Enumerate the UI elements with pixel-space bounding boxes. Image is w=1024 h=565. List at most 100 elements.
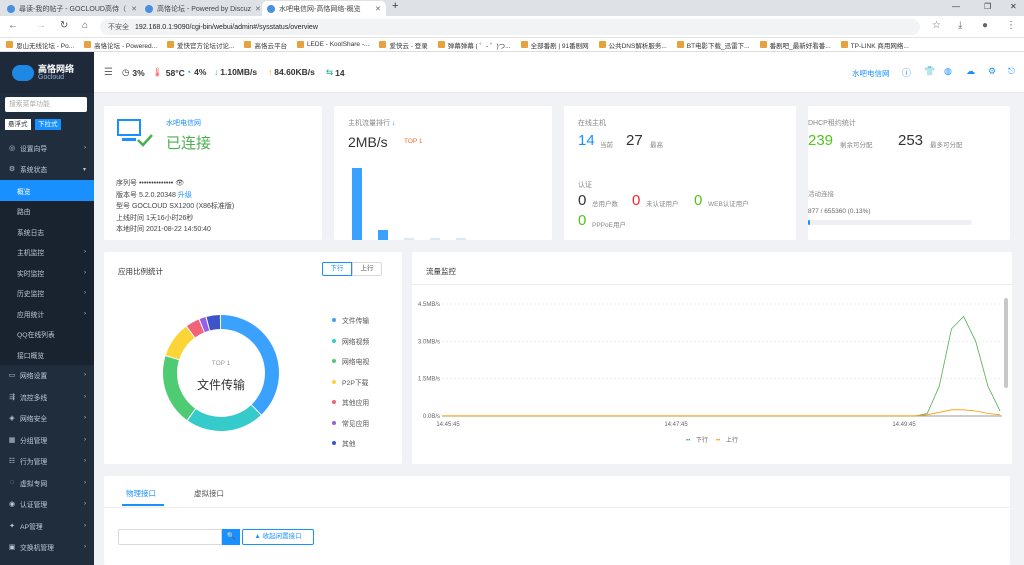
bookmark-item[interactable]: 番剧吧_最新好看番... [759,40,831,50]
security-warning[interactable]: 不安全 [108,22,129,32]
sidebar-item-6[interactable]: 实时监控 › [0,262,94,283]
browser-tab-3[interactable]: 水吧电信网-高恪网络-概览 ✕ [262,1,386,16]
sidebar-item-8[interactable]: 应用统计 › [0,303,94,324]
active-conn-title: 活动连接 [808,191,834,198]
sidebar-item-0[interactable]: ◎ 设置向导 › [0,137,94,158]
donut-slice[interactable] [187,405,261,431]
time-label: 本地时间 [116,226,144,233]
legend-item[interactable]: 常见应用 [332,413,369,434]
donut-slice[interactable] [165,326,195,360]
sidebar-item-label: 认证管理 [20,502,48,509]
forward-icon[interactable]: → [36,20,46,31]
tab-physical-interface[interactable]: 物理接口 [126,488,156,499]
globe-icon[interactable]: ◍ [944,66,952,77]
sidebar-item-15[interactable]: ☷ 行为管理 › [0,451,94,472]
version-label: 版本号 [116,191,137,199]
tab-upload[interactable]: 上行 [352,262,382,276]
sidebar-item-18[interactable]: ✦ AP管理 › [0,515,94,536]
url-input[interactable]: 不安全 192.168.0.1:9090/cgi-bin/webui/admin… [100,19,920,35]
sidebar-item-5[interactable]: 主机监控 › [0,241,94,263]
sidebar-item-16[interactable]: ◌ 虚拟专网 › [0,472,94,493]
logout-icon[interactable]: ⎋ [1008,66,1015,77]
browser-tab-1[interactable]: 尋读-我的帖子 - GOCLOUD高侍（ ✕ [2,1,142,16]
menu-search-input[interactable]: 搜索菜单功能 [5,97,87,112]
bookmark-item[interactable]: 公共DNS解析服务... [598,40,667,50]
chart-scrollbar[interactable] [1004,298,1008,388]
menu-icon[interactable]: ⋮ [1006,20,1016,31]
bookmark-item[interactable]: 恩山无线论坛 - Po... [6,40,74,50]
settings-icon[interactable]: ⚙ [988,66,996,77]
close-tab-icon[interactable]: ✕ [255,5,261,13]
bookmark-item[interactable]: BT电影下载_迅雷下... [676,40,750,50]
bookmark-item[interactable]: 高恪论坛 - Powered... [84,40,157,50]
restore-button[interactable]: ❐ [984,2,991,11]
eye-icon[interactable]: 👁 [175,180,184,187]
info-icon[interactable]: ⓘ [902,66,911,79]
legend-item[interactable]: 文件传输 [332,310,369,331]
bookmark-item[interactable]: 弹幕弹幕 ( ゜- ゜)つ... [437,40,511,50]
back-icon[interactable]: ← [8,20,18,31]
sidebar-item-1[interactable]: ⚙ 系统状态 ▾ [0,159,94,180]
series-legend-label[interactable]: 上行 [726,436,738,444]
sidebar-item-17[interactable]: ◉ 认证管理 › [0,494,94,515]
menu-icon: ▭ [8,372,16,379]
traffic-rank-value: 2MB/s [348,134,388,150]
minimize-button[interactable]: — [952,2,960,11]
bookmark-item[interactable]: LEDE - KoolShare -... [296,41,369,48]
download-icon[interactable]: ⤓ [958,20,962,31]
chevron-icon: › [84,249,86,255]
legend-item[interactable]: 网络视频 [332,331,369,352]
home-icon[interactable]: ⌂ [82,20,88,31]
sidebar-item-11[interactable]: ▭ 网络设置 › [0,365,94,386]
bookmark-item[interactable]: 爱快云 - 登录 [379,40,428,50]
avatar[interactable]: ● [982,20,988,31]
reload-icon[interactable]: ↻ [60,20,68,31]
sidebar-item-13[interactable]: ◈ 网络安全 › [0,408,94,429]
sort-down-icon[interactable]: ↓ [392,120,396,127]
bookmark-item[interactable]: 全部番剧 | 91番剧网 [520,40,589,50]
legend-item[interactable]: 其他应用 [332,392,369,413]
bookmark-item[interactable]: 高恪云平台 [244,40,287,50]
sidebar-item-2[interactable]: 概览 [0,180,94,201]
down-stat: ↓ 1.10MB/s [214,67,257,77]
legend-label: 网络视频 [342,338,370,346]
sidebar-item-3[interactable]: 路由 [0,200,94,222]
logo[interactable]: 高恪网络 Gocloud [0,52,94,93]
theme-shirt-icon[interactable]: 👕 [924,66,935,77]
interface-search-input[interactable] [118,529,222,545]
cloud-icon[interactable]: ☁ [966,66,975,77]
sidebar-item-4[interactable]: 系统日志 [0,221,94,242]
close-tab-icon[interactable]: ✕ [131,5,137,13]
search-button[interactable]: 🔍 [222,529,240,545]
upgrade-link[interactable]: 升级 [178,192,192,199]
legend-item[interactable]: 网络电视 [332,351,369,372]
view-dropdown-button[interactable]: 下拉式 [35,119,61,130]
bookmark-item[interactable]: TP-LINK 商用网络... [840,40,909,50]
legend-item[interactable]: P2P下载 [332,372,369,393]
view-float-button[interactable]: 悬浮式 [5,119,31,130]
close-window-button[interactable]: ✕ [1010,2,1017,11]
bookmark-icon [437,41,445,48]
tab-virtual-interface[interactable]: 虚拟接口 [194,488,224,499]
series-legend-label[interactable]: 下行 [696,436,708,444]
sidebar-item-9[interactable]: QQ在线列表 [0,323,94,345]
legend-item[interactable]: 其他 [332,433,369,454]
sidebar-item-12[interactable]: ⇶ 流控多线 › [0,386,94,407]
sidebar-item-10[interactable]: 接口概览 [0,344,94,365]
collapse-idle-interfaces-button[interactable]: ▲ 收起闲置接口 [242,529,314,545]
bookmark-item[interactable]: 爱快官方论坛讨论... [167,40,234,50]
new-tab-button[interactable]: + [392,0,398,12]
site-name-link[interactable]: 水吧电信网 [852,68,890,79]
close-tab-icon[interactable]: ✕ [375,5,381,13]
donut-slice[interactable] [206,315,221,331]
browser-tab-2[interactable]: 高恪论坛 - Powered by Discuz! ✕ [140,1,268,16]
dhcp-title: DHCP租约统计 [808,120,856,127]
sidebar-item-7[interactable]: 历史监控 › [0,282,94,304]
connection-icon: ⇆ [326,67,334,77]
sidebar-item-19[interactable]: ▣ 交换机管理 › [0,537,94,558]
sidebar-item-14[interactable]: ▦ 分组管理 › [0,429,94,450]
menu-toggle-icon[interactable]: ☰ [104,67,113,78]
legend-label: 网络电视 [342,359,370,367]
favorites-icon[interactable]: ☆ [932,20,941,31]
tab-download[interactable]: 下行 [322,262,352,276]
